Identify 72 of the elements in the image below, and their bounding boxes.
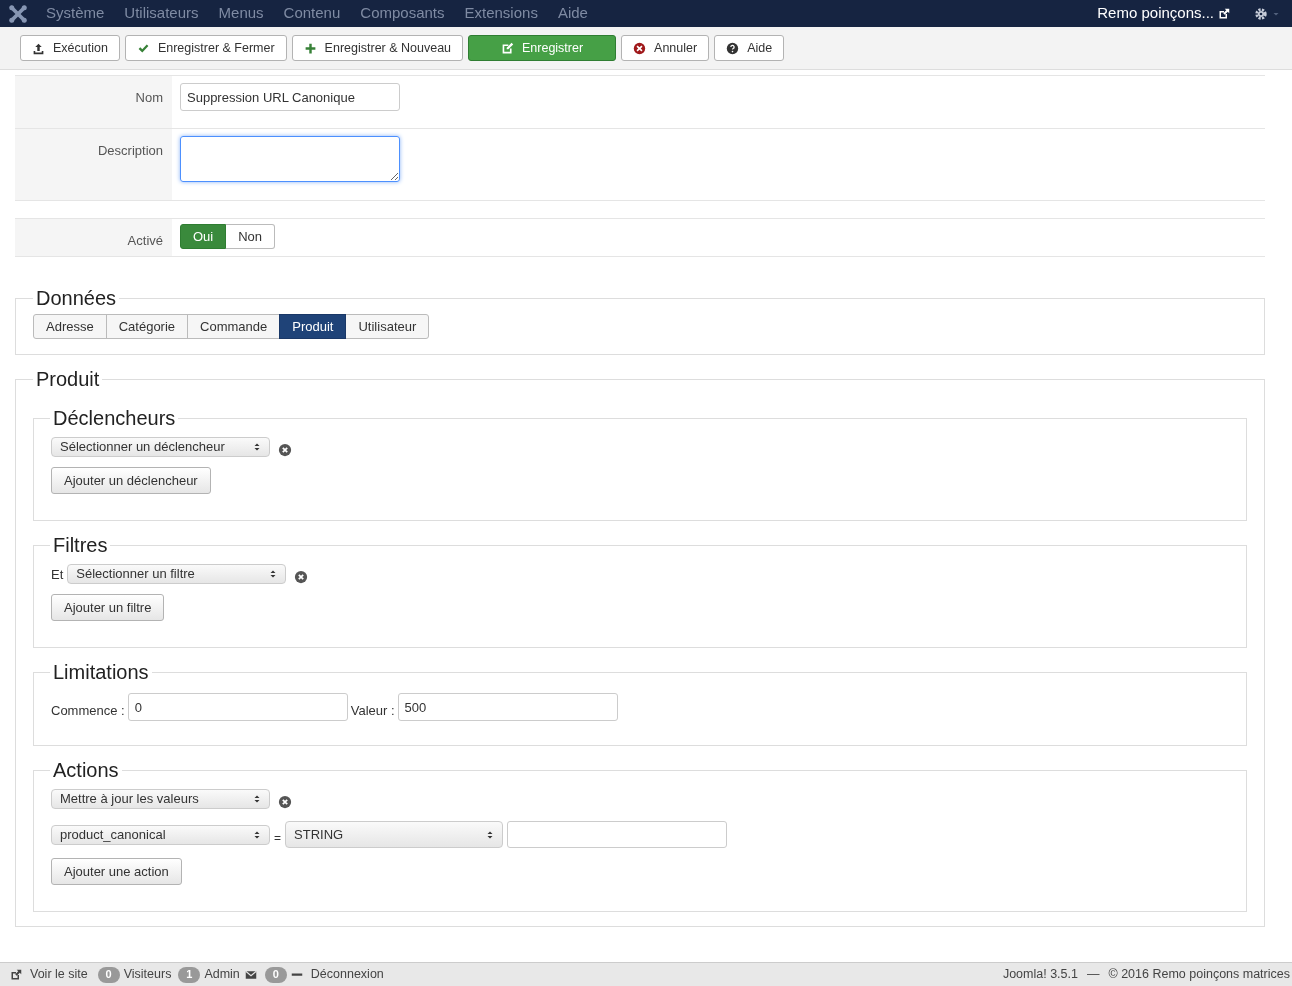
toolbar-button[interactable]: Exécution: [20, 35, 120, 61]
field-label: Commence :: [51, 701, 125, 720]
section-heading: Produit: [35, 367, 101, 392]
site-link[interactable]: Remo poinçons...: [1097, 2, 1230, 25]
external-link-icon: [1218, 7, 1230, 20]
select-dropdown[interactable]: Sélectionner un déclencheur: [51, 437, 270, 457]
updown-arrows-icon: [253, 441, 261, 453]
settings-button[interactable]: [1254, 6, 1280, 21]
settings-icon: [1254, 6, 1268, 21]
value-input[interactable]: [507, 821, 727, 848]
menu-item[interactable]: Menus: [218, 2, 264, 25]
help-button[interactable]: Aide: [714, 35, 785, 61]
tab[interactable]: Produit: [279, 314, 347, 339]
field-label: Activé: [15, 219, 172, 256]
tab[interactable]: Commande: [187, 314, 281, 339]
version-text: Joomla! 3.5.1: [1002, 966, 1078, 984]
count-badge: 0: [97, 966, 120, 983]
select-dropdown[interactable]: Sélectionner un filtre: [67, 564, 287, 584]
number-input[interactable]: 0: [127, 693, 348, 721]
toggle-option[interactable]: Non: [226, 224, 276, 249]
field-label: Valeur :: [350, 701, 395, 720]
description-textarea[interactable]: [180, 136, 400, 182]
section-heading: Déclencheurs: [52, 406, 177, 431]
view-site-link[interactable]: Voir le site: [10, 965, 88, 984]
updown-arrows-icon: [269, 568, 278, 580]
toolbar-button[interactable]: Enregistrer & Fermer: [124, 35, 287, 61]
envelope-icon: [244, 968, 257, 981]
menu-item[interactable]: Aide: [557, 2, 588, 25]
field-label: Description: [15, 129, 172, 200]
cancel-icon: [633, 41, 647, 55]
tab[interactable]: Utilisateur: [345, 314, 430, 339]
select-dropdown[interactable]: STRING: [285, 821, 503, 848]
select-dropdown[interactable]: Mettre à jour les valeurs: [51, 789, 270, 809]
plus-icon: [303, 41, 317, 55]
toolbar-button[interactable]: Enregistrer & Nouveau: [291, 35, 464, 61]
edit-icon: [501, 41, 514, 55]
upload-icon: [32, 41, 45, 55]
name-input[interactable]: Suppression URL Canonique: [180, 83, 400, 111]
remove-icon: [278, 795, 292, 809]
toggle-option[interactable]: Oui: [180, 224, 227, 249]
menu-item[interactable]: Système: [46, 2, 105, 25]
filter-prefix: Et: [51, 565, 64, 584]
add-button[interactable]: Ajouter une action: [51, 858, 182, 885]
menu-item[interactable]: Composants: [360, 2, 445, 25]
section-heading: Filtres: [52, 533, 109, 558]
section-heading: Actions: [52, 758, 120, 783]
tab[interactable]: Catégorie: [105, 314, 189, 339]
help-icon: [726, 41, 740, 55]
logout-link[interactable]: Déconnexion: [310, 965, 384, 984]
separator-text: —: [1086, 966, 1100, 984]
menu-item[interactable]: Utilisateurs: [124, 2, 199, 25]
tab[interactable]: Adresse: [33, 314, 107, 339]
field-label: Nom: [15, 76, 172, 128]
equals-sign: =: [274, 829, 281, 847]
updown-arrows-icon: [253, 793, 261, 805]
copyright-text: © 2016 Remo poinçons matrices: [1108, 966, 1290, 984]
add-button[interactable]: Ajouter un filtre: [51, 594, 165, 621]
remove-icon: [278, 443, 292, 457]
select-dropdown[interactable]: product_canonical: [51, 824, 270, 845]
toolbar-button[interactable]: Annuler: [621, 35, 710, 61]
add-button[interactable]: Ajouter un déclencheur: [51, 467, 211, 494]
menu-item[interactable]: Extensions: [464, 2, 538, 25]
remove-icon: [294, 570, 309, 584]
count-badge: 1: [178, 966, 201, 983]
section-heading: Limitations: [52, 660, 150, 685]
status-text: Admin: [204, 966, 240, 984]
number-input[interactable]: 500: [397, 693, 618, 721]
external-link-icon: [10, 968, 22, 981]
section-heading: Données: [35, 286, 118, 311]
count-badge: 0: [264, 966, 287, 983]
menu-item[interactable]: Contenu: [283, 2, 341, 25]
status-text: Visiteurs: [123, 966, 172, 984]
